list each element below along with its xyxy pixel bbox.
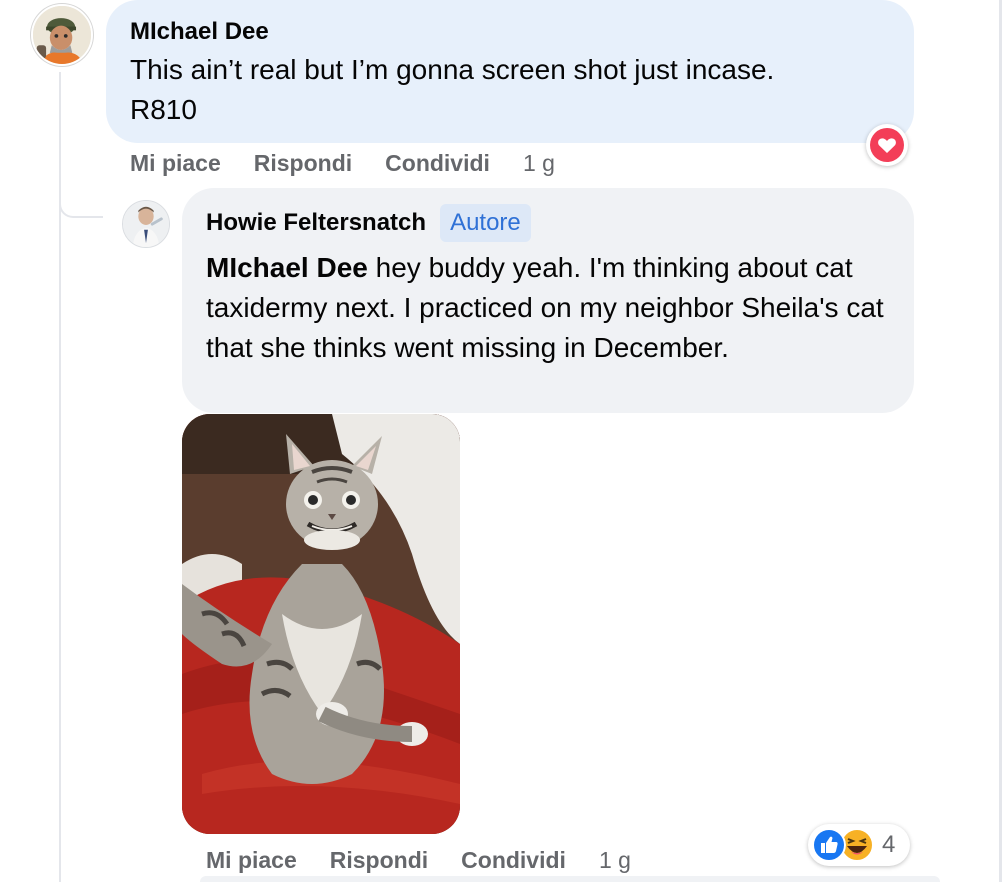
heart-reaction-icon — [870, 128, 904, 162]
reply-header: Howie Feltersnatch Autore — [206, 204, 890, 242]
comment-actions: Mi piace Rispondi Condividi 1 g — [130, 147, 555, 179]
avatar[interactable] — [122, 200, 170, 248]
reaction-badge[interactable] — [866, 124, 908, 166]
comment-text-line: This ain’t real but I’m gonna screen sho… — [130, 54, 775, 85]
like-button[interactable]: Mi piace — [206, 847, 297, 874]
cat-photo-image — [182, 414, 460, 834]
thread-reply-connector — [59, 190, 103, 218]
reply-bubble: Howie Feltersnatch Autore MIchael Dee he… — [182, 188, 914, 413]
reply-button[interactable]: Rispondi — [330, 847, 428, 874]
avatar[interactable] — [31, 4, 93, 66]
comment-timestamp[interactable]: 1 g — [523, 150, 555, 177]
reaction-count: 4 — [882, 831, 896, 858]
comment-photo[interactable] — [182, 414, 460, 834]
comment-thread: MIchael Dee This ain’t real but I’m gonn… — [0, 0, 1002, 882]
mention-link[interactable]: MIchael Dee — [206, 252, 368, 283]
author-badge: Autore — [440, 204, 531, 242]
next-comment-edge — [200, 876, 940, 882]
avatar-howie-icon — [123, 201, 169, 247]
share-button[interactable]: Condividi — [461, 847, 566, 874]
reaction-summary[interactable]: 4 — [808, 824, 910, 866]
reply-actions: Mi piace Rispondi Condividi 1 g — [206, 844, 631, 876]
share-button[interactable]: Condividi — [385, 150, 490, 177]
reply-button[interactable]: Rispondi — [254, 150, 352, 177]
comment-bubble: MIchael Dee This ain’t real but I’m gonn… — [106, 0, 914, 143]
comment-author[interactable]: Howie Feltersnatch — [206, 208, 426, 238]
comment-text-line: R810 — [130, 94, 197, 125]
comment-author[interactable]: MIchael Dee — [130, 17, 890, 47]
comment-text: MIchael Dee hey buddy yeah. I'm thinking… — [206, 248, 896, 368]
like-reaction-icon — [812, 828, 846, 862]
comment-timestamp[interactable]: 1 g — [599, 847, 631, 874]
comment-text: This ain’t real but I’m gonna screen sho… — [130, 50, 890, 130]
like-button[interactable]: Mi piace — [130, 150, 221, 177]
avatar-michael-icon — [33, 6, 91, 64]
